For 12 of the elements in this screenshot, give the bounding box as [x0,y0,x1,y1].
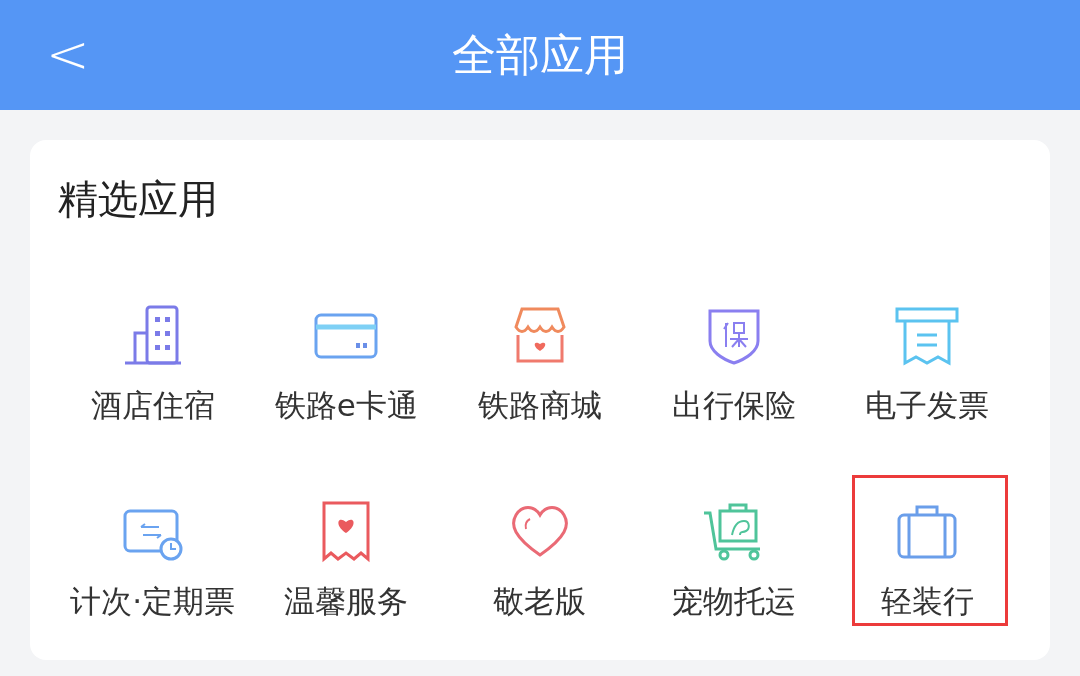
app-label[interactable]: 敬老版 [493,581,587,623]
page-title: 全部应用 [452,27,628,82]
app-label[interactable]: 宠物托运 [671,581,796,623]
app-label[interactable]: 轻装行 [880,581,974,623]
app-label[interactable]: 出行保险 [671,385,796,427]
app-label[interactable]: 计次·定期票 [70,581,236,623]
app-label[interactable]: 铁路e卡通 [274,385,418,427]
section-title: 精选应用 [58,175,219,224]
app-label[interactable]: 电子发票 [865,385,990,427]
app-label[interactable]: 铁路商城 [478,385,602,427]
app-label[interactable]: 酒店住宿 [90,385,215,427]
app-label[interactable]: 温馨服务 [284,581,409,623]
